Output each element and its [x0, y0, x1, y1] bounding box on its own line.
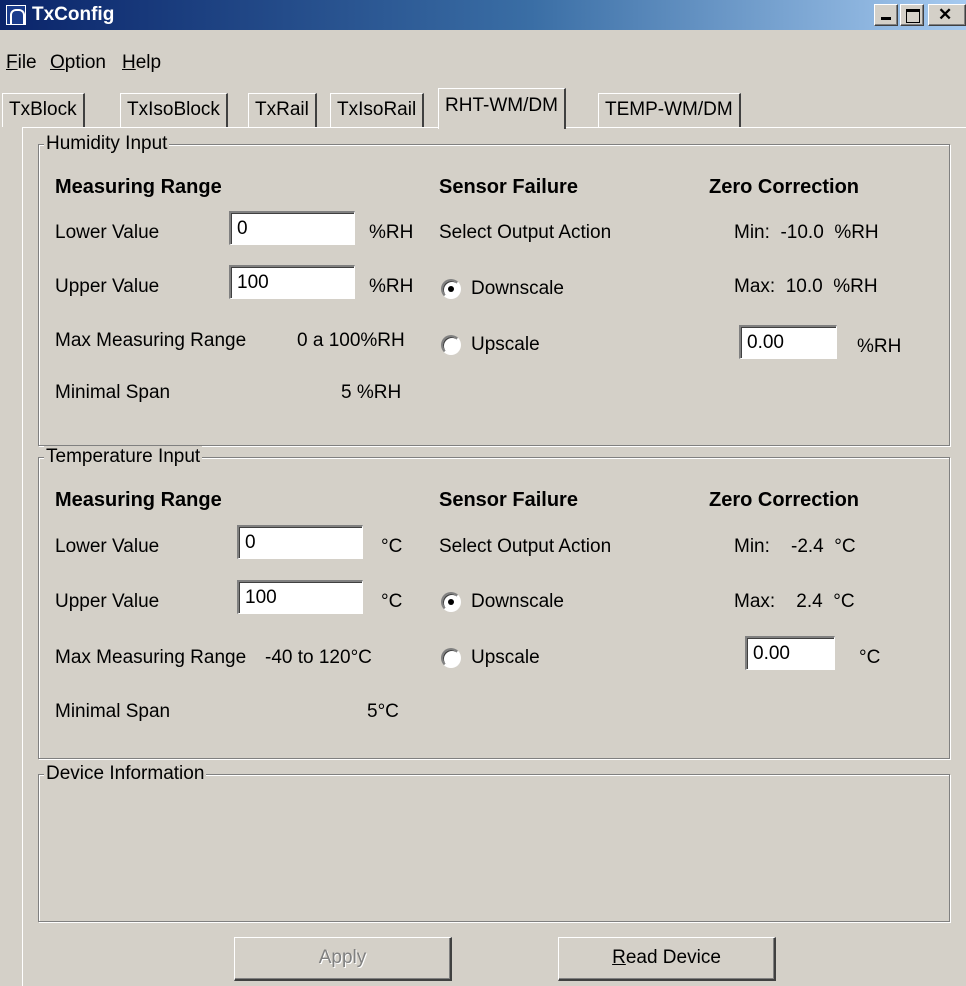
humidity-upscale-radio[interactable]: [441, 335, 461, 355]
menu-option[interactable]: Option: [50, 52, 106, 74]
temperature-zero-unit: °C: [859, 647, 881, 668]
humidity-input-group: Humidity Input Measuring Range Lower Val…: [38, 133, 950, 446]
humidity-downscale-label[interactable]: Downscale: [471, 277, 564, 301]
humidity-zero-input[interactable]: 0.00: [739, 325, 837, 359]
tab-txrail[interactable]: TxRail: [248, 93, 317, 127]
humidity-upper-input[interactable]: 100: [229, 265, 355, 299]
temperature-min-span-label: Minimal Span: [55, 701, 171, 722]
temperature-measuring-range-heading: Measuring Range: [55, 489, 222, 511]
temperature-lower-unit: °C: [381, 536, 403, 557]
minimize-button[interactable]: [874, 4, 898, 26]
app-icon: [6, 5, 26, 25]
temperature-min-span-value: 5°C: [367, 701, 399, 722]
temperature-select-action-label: Select Output Action: [439, 536, 612, 557]
menu-bar: File Option Help: [0, 52, 966, 78]
window-title: TxConfig: [32, 4, 115, 25]
temperature-zero-input[interactable]: 0.00: [745, 636, 835, 670]
temperature-lower-label: Lower Value: [55, 536, 160, 557]
temperature-legend: Temperature Input: [44, 446, 203, 468]
temperature-sensor-failure-heading: Sensor Failure: [439, 489, 578, 511]
humidity-zero-correction-heading: Zero Correction: [709, 176, 860, 198]
temperature-upper-input[interactable]: 100: [237, 580, 363, 614]
temperature-downscale-radio[interactable]: [441, 592, 461, 612]
title-bar[interactable]: TxConfig: [0, 0, 966, 30]
temperature-zero-max: Max: 2.4 °C: [734, 591, 855, 612]
humidity-lower-unit: %RH: [369, 222, 414, 243]
temperature-upper-label: Upper Value: [55, 591, 160, 612]
device-information-legend: Device Information: [44, 763, 207, 785]
temperature-zero-min: Min: -2.4 °C: [734, 536, 856, 557]
menu-help[interactable]: Help: [122, 52, 161, 74]
humidity-upper-label: Upper Value: [55, 276, 160, 297]
temperature-upper-unit: °C: [381, 591, 403, 612]
menu-file[interactable]: File: [6, 52, 37, 74]
tab-txisoblock[interactable]: TxIsoBlock: [120, 93, 228, 127]
close-button[interactable]: [928, 4, 966, 26]
read-device-button[interactable]: Read Device: [558, 937, 776, 981]
temperature-upscale-label[interactable]: Upscale: [471, 646, 540, 670]
humidity-downscale-radio[interactable]: [441, 279, 461, 299]
tab-txblock[interactable]: TxBlock: [2, 93, 85, 127]
humidity-legend: Humidity Input: [44, 133, 170, 155]
humidity-max-range-value: 0 a 100%RH: [297, 330, 405, 351]
tab-rht-wm-dm[interactable]: RHT-WM/DM: [438, 88, 566, 129]
humidity-sensor-failure-heading: Sensor Failure: [439, 176, 578, 198]
humidity-min-span-value: 5 %RH: [341, 382, 402, 403]
temperature-max-range-value: -40 to 120°C: [265, 647, 372, 668]
humidity-upscale-label[interactable]: Upscale: [471, 333, 540, 357]
humidity-zero-min: Min: -10.0 %RH: [734, 222, 879, 243]
humidity-lower-input[interactable]: 0: [229, 211, 355, 245]
humidity-measuring-range-heading: Measuring Range: [55, 176, 222, 198]
temperature-max-range-label: Max Measuring Range: [55, 647, 247, 668]
device-information-group: Device Information: [38, 763, 950, 922]
apply-button[interactable]: Apply: [234, 937, 452, 981]
temperature-input-group: Temperature Input Measuring Range Lower …: [38, 446, 950, 759]
txconfig-window: TxConfig File Option Help TxBlock TxIsoB…: [0, 0, 966, 986]
maximize-button[interactable]: [900, 4, 924, 26]
humidity-zero-unit: %RH: [857, 336, 902, 357]
tab-temp-wm-dm[interactable]: TEMP-WM/DM: [598, 93, 741, 127]
tab-txisorail[interactable]: TxIsoRail: [330, 93, 425, 127]
temperature-downscale-label[interactable]: Downscale: [471, 590, 564, 614]
temperature-upscale-radio[interactable]: [441, 648, 461, 668]
humidity-select-action-label: Select Output Action: [439, 222, 612, 243]
humidity-lower-label: Lower Value: [55, 222, 160, 243]
humidity-zero-max: Max: 10.0 %RH: [734, 276, 878, 297]
temperature-zero-correction-heading: Zero Correction: [709, 489, 860, 511]
temperature-lower-input[interactable]: 0: [237, 525, 363, 559]
humidity-min-span-label: Minimal Span: [55, 382, 171, 403]
humidity-upper-unit: %RH: [369, 276, 414, 297]
humidity-max-range-label: Max Measuring Range: [55, 330, 247, 351]
